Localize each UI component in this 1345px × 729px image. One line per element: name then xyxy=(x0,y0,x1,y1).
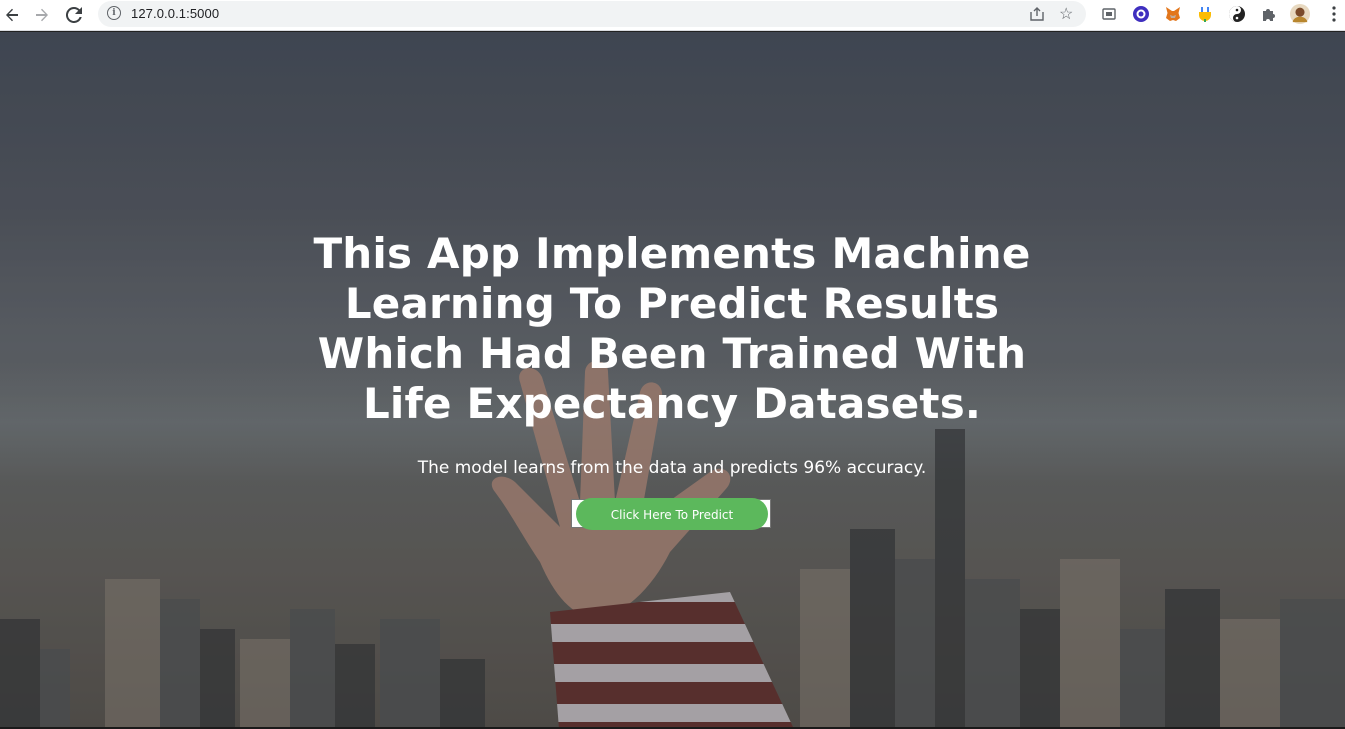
share-icon[interactable] xyxy=(1028,5,1046,23)
hero-title: This App Implements Machine Learning To … xyxy=(313,229,1031,428)
landing-page: This App Implements Machine Learning To … xyxy=(0,32,1345,729)
browser-toolbar: i 127.0.0.1:5000 ☆ xyxy=(0,0,1345,31)
address-bar[interactable]: i 127.0.0.1:5000 ☆ xyxy=(98,1,1086,27)
arrow-right-icon xyxy=(36,8,48,22)
puzzle-icon[interactable] xyxy=(1259,4,1279,24)
predict-button[interactable]: Click Here To Predict xyxy=(576,498,768,530)
info-icon[interactable]: i xyxy=(107,6,121,20)
url-text[interactable]: 127.0.0.1:5000 xyxy=(131,6,219,21)
circle-extension-icon[interactable] xyxy=(1131,4,1151,24)
cast-icon[interactable] xyxy=(1099,4,1119,24)
back-button[interactable] xyxy=(0,3,24,27)
yin-yang-icon[interactable] xyxy=(1227,4,1247,24)
hero-subtitle: The model learns from the data and predi… xyxy=(417,458,927,478)
reload-icon xyxy=(66,7,82,23)
plug-extension-icon[interactable] xyxy=(1195,4,1215,24)
kebab-menu-icon[interactable] xyxy=(1324,4,1344,24)
forward-button[interactable] xyxy=(30,3,54,27)
arrow-left-icon xyxy=(6,8,18,22)
star-icon[interactable]: ☆ xyxy=(1059,4,1073,24)
reload-button[interactable] xyxy=(62,3,86,27)
metamask-fox-icon[interactable] xyxy=(1163,4,1183,24)
profile-avatar[interactable] xyxy=(1290,4,1310,24)
